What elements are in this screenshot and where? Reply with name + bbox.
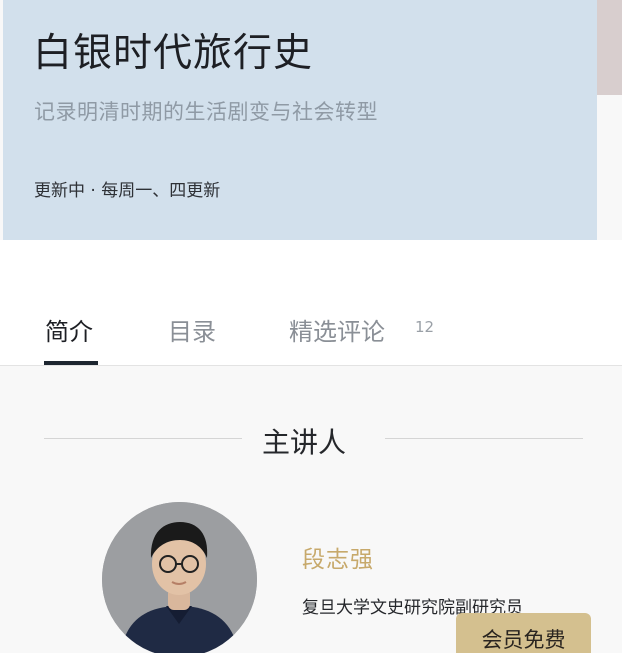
tab-intro[interactable]: 简介 [45, 312, 93, 347]
tab-featured-comments[interactable]: 精选评论 [289, 312, 385, 347]
speaker-portrait [102, 502, 257, 653]
course-detail-page: 白银时代旅行史 记录明清时期的生活剧变与社会转型 更新中 · 每周一、四更新 简… [0, 0, 622, 653]
comment-count-badge: 12 [415, 318, 435, 336]
section-title-speaker: 主讲人 [262, 426, 347, 459]
section-divider-right [385, 438, 583, 439]
update-status: 更新中 · 每周一、四更新 [34, 181, 221, 201]
member-free-button[interactable]: 会员免费 [456, 613, 591, 653]
section-divider-left [44, 438, 242, 439]
speaker-avatar [102, 502, 257, 653]
course-subtitle: 记录明清时期的生活剧变与社会转型 [34, 100, 378, 124]
speaker-name: 段志强 [302, 547, 374, 573]
course-header: 白银时代旅行史 记录明清时期的生活剧变与社会转型 更新中 · 每周一、四更新 [3, 0, 597, 240]
tab-catalog[interactable]: 目录 [168, 312, 216, 347]
tab-bar: 简介 目录 精选评论 12 [0, 240, 622, 366]
tab-divider [0, 365, 622, 366]
next-card-edge [597, 0, 622, 95]
course-title: 白银时代旅行史 [33, 31, 314, 76]
